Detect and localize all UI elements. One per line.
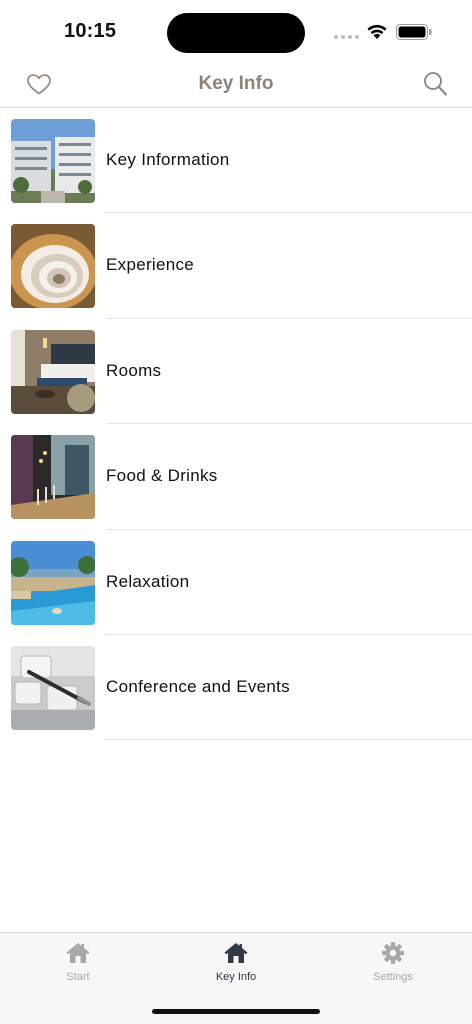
restaurant-photo	[11, 435, 95, 520]
list-item-experience[interactable]: Experience	[0, 213, 472, 319]
list-item-food-drinks[interactable]: Food & Drinks	[0, 424, 472, 530]
list-item-relaxation[interactable]: Relaxation	[0, 530, 472, 635]
list-item-label: Relaxation	[106, 571, 190, 591]
status-time: 10:15	[64, 20, 117, 42]
hotel-room-photo	[11, 329, 95, 414]
tab-label: Key Info	[215, 971, 257, 983]
search-icon[interactable]	[422, 70, 448, 98]
page-title: Key Info	[198, 73, 274, 94]
tab-settings[interactable]: Settings	[343, 941, 443, 983]
keyboard-pen-photo	[11, 645, 95, 730]
hotel-building-photo	[11, 119, 95, 203]
wifi-icon	[367, 24, 387, 39]
dynamic-island	[167, 13, 305, 53]
spiral-staircase-photo	[11, 224, 95, 309]
list-item-conference-events[interactable]: Conference and Events	[0, 635, 472, 741]
pool-photo	[11, 540, 95, 625]
list-item-label: Experience	[106, 255, 195, 275]
divider	[106, 739, 472, 741]
cellular-signal-icon	[334, 35, 359, 39]
list-item-key-information[interactable]: Key Information	[0, 108, 472, 214]
list-item-label: Key Information	[106, 150, 230, 169]
list-item-label: Rooms	[106, 360, 162, 380]
tab-label: Settings	[373, 971, 413, 983]
list-item-rooms[interactable]: Rooms	[0, 319, 472, 425]
tab-key-info[interactable]: Key Info	[186, 941, 286, 983]
tab-start[interactable]: Start	[28, 941, 128, 983]
status-bar: 10:15	[0, 0, 472, 62]
tab-label: Start	[66, 971, 90, 983]
gear-icon	[382, 942, 404, 964]
list-item-label: Food & Drinks	[106, 466, 218, 486]
home-indicator	[152, 1009, 320, 1014]
home-icon	[224, 943, 248, 963]
list-item-label: Conference and Events	[106, 676, 290, 696]
category-list: Key Information Experience Rooms Food & …	[0, 108, 472, 741]
navigation-bar: Key Info	[0, 62, 472, 108]
home-icon	[66, 943, 90, 963]
battery-icon	[396, 24, 432, 40]
